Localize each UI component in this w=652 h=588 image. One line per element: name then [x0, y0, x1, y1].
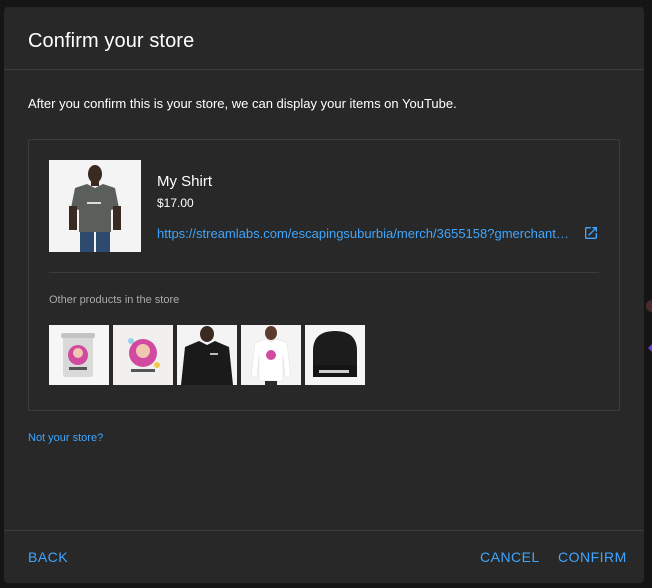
confirm-button[interactable]: CONFIRM	[558, 549, 627, 565]
product-link[interactable]: https://streamlabs.com/escapingsuburbia/…	[157, 226, 579, 241]
dialog-footer: BACK CANCEL CONFIRM	[4, 530, 644, 583]
dark-shirt-photo-icon	[177, 325, 237, 385]
background-page-edge	[644, 290, 652, 370]
cancel-button[interactable]: CANCEL	[480, 549, 540, 565]
tumbler-photo-icon	[49, 325, 109, 385]
other-product-beanie[interactable]	[305, 325, 365, 385]
card-divider	[49, 272, 599, 273]
other-product-print[interactable]	[113, 325, 173, 385]
product-price: $17.00	[157, 196, 194, 210]
other-products-list	[49, 325, 365, 385]
product-image	[49, 160, 141, 252]
dialog-description: After you confirm this is your store, we…	[28, 96, 457, 111]
other-product-tumbler[interactable]	[49, 325, 109, 385]
beanie-photo-icon	[305, 325, 365, 385]
dialog-title: Confirm your store	[28, 30, 195, 52]
confirm-store-dialog: Confirm your store After you confirm thi…	[4, 7, 644, 583]
product-name: My Shirt	[157, 173, 213, 190]
other-product-dark-shirt[interactable]	[177, 325, 237, 385]
dialog-header: Confirm your store	[4, 7, 644, 70]
other-products-label: Other products in the store	[49, 294, 180, 306]
print-photo-icon	[113, 325, 173, 385]
store-card: My Shirt $17.00 https://streamlabs.com/e…	[28, 139, 620, 411]
open-in-new-icon[interactable]	[583, 225, 599, 241]
back-button[interactable]: BACK	[28, 549, 68, 565]
long-sleeve-photo-icon	[241, 325, 301, 385]
not-your-store-link[interactable]: Not your store?	[28, 432, 103, 444]
other-product-long-sleeve[interactable]	[241, 325, 301, 385]
shirt-photo-icon	[49, 160, 141, 252]
